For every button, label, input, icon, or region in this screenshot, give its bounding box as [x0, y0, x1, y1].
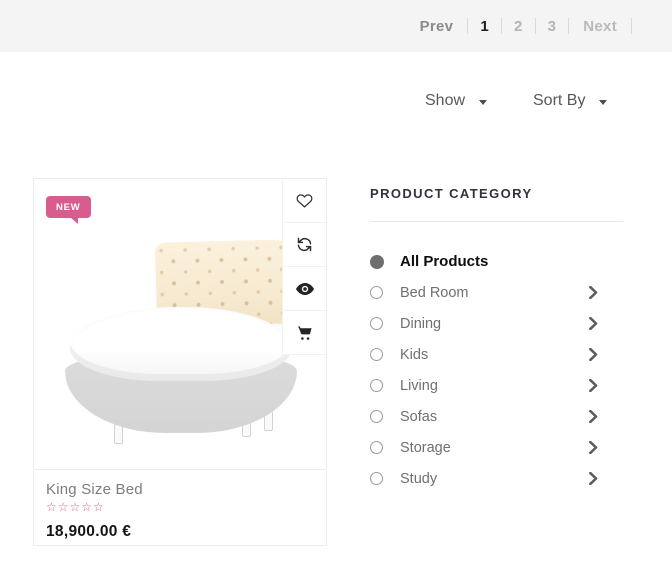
- category-label: Storage: [400, 440, 451, 456]
- category-label: Living: [400, 378, 438, 394]
- chevron-down-icon: [479, 100, 487, 105]
- chevron-down-icon: [599, 100, 607, 105]
- pagination-page-2[interactable]: 2: [502, 18, 535, 35]
- new-badge: NEW: [46, 196, 91, 218]
- chevron-right-icon[interactable]: [588, 348, 599, 366]
- category-list: All Products Bed Room Dining Kids Living Sofa…: [370, 246, 623, 494]
- pagination-separator: [631, 18, 632, 34]
- compare-icon: [296, 236, 313, 253]
- category-label: Study: [400, 471, 437, 487]
- show-dropdown[interactable]: Show: [425, 92, 487, 110]
- compare-button[interactable]: [283, 223, 326, 267]
- pagination-page-3[interactable]: 3: [536, 18, 569, 35]
- product-card: NEW King Size Bed ☆☆☆☆☆ 18,900.00 €: [33, 178, 327, 546]
- wishlist-button[interactable]: [283, 179, 326, 223]
- category-label: Bed Room: [400, 285, 469, 301]
- pagination-prev[interactable]: Prev: [406, 18, 468, 35]
- quick-view-button[interactable]: [283, 267, 326, 311]
- category-label: Kids: [400, 347, 428, 363]
- radio-selected-icon[interactable]: [370, 255, 384, 269]
- product-info: King Size Bed ☆☆☆☆☆ 18,900.00 €: [34, 471, 326, 551]
- product-action-rail: [282, 179, 326, 355]
- heart-icon: [296, 192, 313, 209]
- radio-icon[interactable]: [370, 348, 383, 361]
- sidebar-title: PRODUCT CATEGORY: [370, 186, 623, 201]
- sidebar-item-living[interactable]: Living: [370, 370, 623, 401]
- category-label: Dining: [400, 316, 441, 332]
- chevron-right-icon[interactable]: [588, 379, 599, 397]
- sort-by-dropdown-label: Sort By: [533, 92, 585, 110]
- sidebar-item-dining[interactable]: Dining: [370, 308, 623, 339]
- pagination-next[interactable]: Next: [569, 18, 631, 35]
- radio-icon[interactable]: [370, 379, 383, 392]
- divider: [370, 221, 623, 222]
- topbar: Prev123Next: [0, 0, 672, 52]
- sidebar-item-storage[interactable]: Storage: [370, 432, 623, 463]
- show-dropdown-label: Show: [425, 92, 465, 110]
- product-listing-page: Prev123Next Show Sort By NEW King Size B…: [0, 0, 672, 569]
- pagination-page-1[interactable]: 1: [468, 18, 501, 35]
- product-price: 18,900.00 €: [46, 523, 314, 541]
- sidebar-item-all-products[interactable]: All Products: [370, 246, 623, 277]
- sidebar-item-sofas[interactable]: Sofas: [370, 401, 623, 432]
- radio-icon[interactable]: [370, 317, 383, 330]
- radio-icon[interactable]: [370, 472, 383, 485]
- product-title-link[interactable]: King Size Bed: [46, 481, 314, 498]
- radio-icon[interactable]: [370, 441, 383, 454]
- toolbar: Show Sort By: [0, 92, 672, 118]
- sidebar-item-kids[interactable]: Kids: [370, 339, 623, 370]
- radio-icon[interactable]: [370, 286, 383, 299]
- chevron-right-icon[interactable]: [588, 472, 599, 490]
- sidebar-item-bed-room[interactable]: Bed Room: [370, 277, 623, 308]
- chevron-right-icon[interactable]: [588, 317, 599, 335]
- chevron-right-icon[interactable]: [588, 410, 599, 428]
- cart-icon: [296, 324, 313, 341]
- category-label: Sofas: [400, 409, 437, 425]
- star-rating: ☆☆☆☆☆: [46, 500, 314, 514]
- chevron-right-icon[interactable]: [588, 286, 599, 304]
- radio-icon[interactable]: [370, 410, 383, 423]
- category-sidebar: PRODUCT CATEGORY All Products Bed Room Din…: [370, 186, 623, 494]
- pagination: Prev123Next: [406, 18, 632, 35]
- sort-by-dropdown[interactable]: Sort By: [533, 92, 607, 110]
- sidebar-item-study[interactable]: Study: [370, 463, 623, 494]
- add-to-cart-button[interactable]: [283, 311, 326, 355]
- chevron-right-icon[interactable]: [588, 441, 599, 459]
- eye-icon: [296, 282, 314, 296]
- category-label: All Products: [400, 253, 488, 270]
- bed-mattress: [70, 307, 292, 381]
